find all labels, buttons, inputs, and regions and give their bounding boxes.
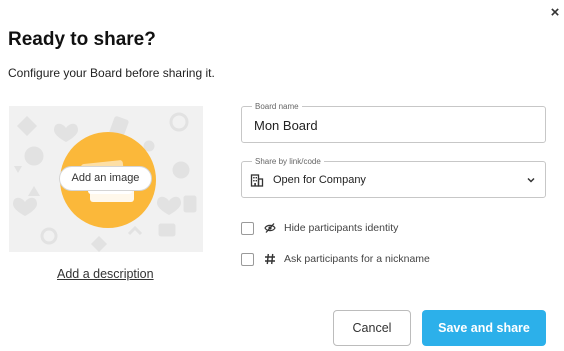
add-description-link[interactable]: Add a description (57, 267, 154, 281)
board-name-input[interactable] (254, 117, 534, 133)
share-mode-value: Open for Company (273, 174, 366, 186)
board-name-field[interactable]: Board name (241, 101, 546, 143)
hash-icon (265, 253, 275, 265)
share-dialog: × Ready to share? Configure your Board b… (0, 0, 564, 351)
board-name-label: Board name (252, 101, 302, 112)
hide-identity-option[interactable]: Hide participants identity (241, 222, 441, 238)
dialog-title: Ready to share? (8, 29, 156, 50)
ask-nickname-checkbox[interactable] (241, 253, 254, 266)
save-and-share-button[interactable]: Save and share (422, 310, 546, 346)
cancel-button[interactable]: Cancel (333, 310, 411, 346)
building-icon (250, 174, 264, 187)
hide-identity-label: Hide participants identity (284, 222, 399, 234)
eye-off-icon (264, 223, 276, 233)
share-mode-select[interactable]: Share by link/code Open for Company (241, 156, 546, 198)
dialog-subtitle: Configure your Board before sharing it. (8, 66, 215, 80)
ask-nickname-option[interactable]: Ask participants for a nickname (241, 253, 461, 269)
share-mode-label: Share by link/code (252, 156, 324, 167)
close-icon[interactable]: × (547, 5, 563, 21)
chevron-down-icon (527, 177, 535, 183)
add-image-button[interactable]: Add an image (59, 166, 152, 191)
ask-nickname-label: Ask participants for a nickname (284, 253, 430, 265)
board-image-placeholder[interactable]: Add an image (9, 106, 203, 252)
hide-identity-checkbox[interactable] (241, 222, 254, 235)
